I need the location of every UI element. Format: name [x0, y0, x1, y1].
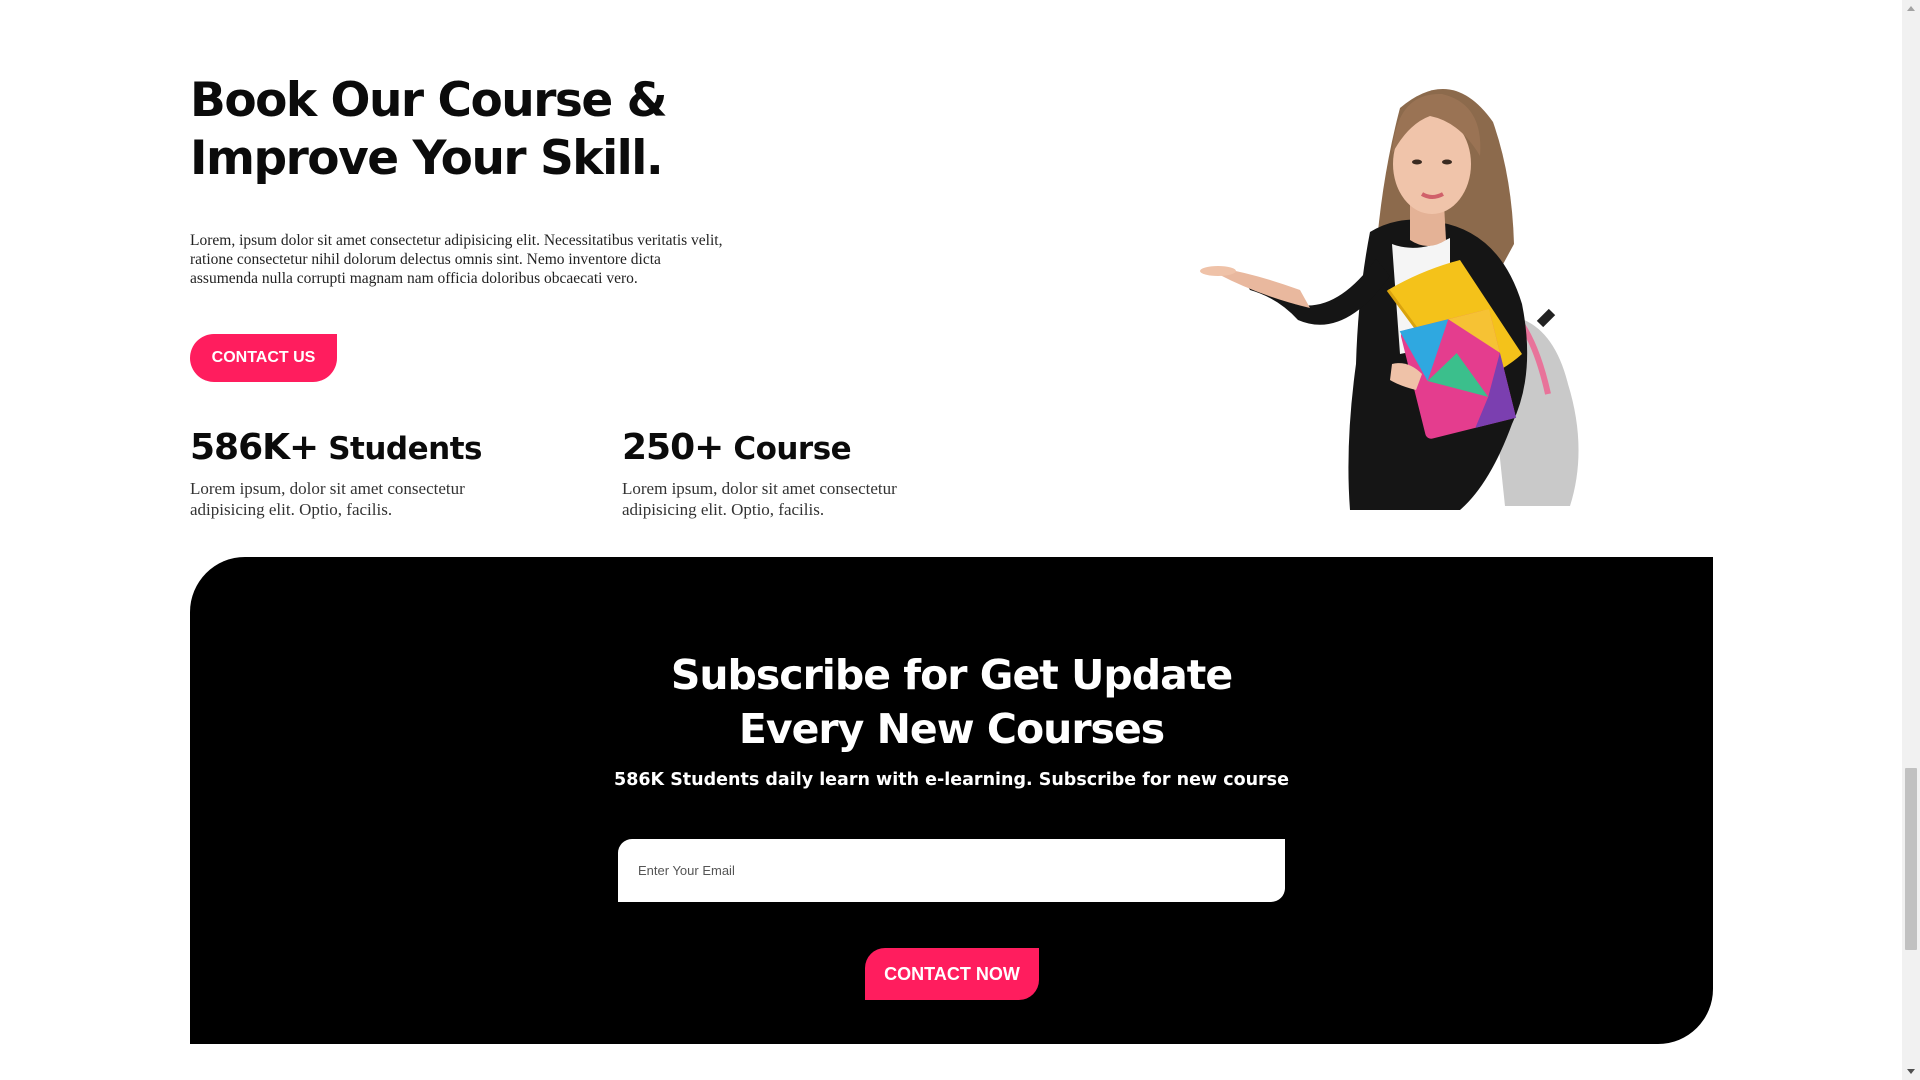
scroll-up-arrow-icon[interactable] [1907, 6, 1915, 11]
stat-heading: 250+ Course [622, 426, 962, 476]
subscribe-section: Subscribe for Get Update Every New Cours… [190, 557, 1713, 1044]
vertical-scrollbar[interactable] [1902, 0, 1920, 1080]
stat-courses: 250+ Course Lorem ipsum, dolor sit amet c… [622, 426, 962, 520]
contact-us-button[interactable]: CONTACT US [190, 334, 337, 382]
stat-label: Students [328, 431, 482, 467]
stat-description: Lorem ipsum, dolor sit amet consectetur … [622, 479, 897, 519]
stat-number: 586K+ [190, 427, 319, 468]
hand [1200, 266, 1236, 276]
subscribe-title-line-2: Every New Courses [738, 705, 1165, 753]
subscribe-description: 586K Students daily learn with e-learnin… [614, 770, 1289, 790]
hero-title-line-2: Improve Your Skill. [190, 131, 664, 186]
stat-description: Lorem ipsum, dolor sit amet consectetur … [190, 479, 465, 519]
email-input[interactable] [618, 839, 1285, 902]
subscribe-title-line-1: Subscribe for Get Update [670, 651, 1233, 699]
eye-left [1412, 159, 1422, 165]
scrollbar-thumb[interactable] [1905, 768, 1917, 950]
hero-description: Lorem, ipsum dolor sit amet consectetur … [190, 232, 723, 287]
hero-title-line-1: Book Our Course & [190, 73, 668, 128]
stat-heading: 586K+ Students [190, 426, 530, 476]
page: Book Our Course & Improve Your Skill. Lo… [0, 0, 1902, 1080]
stat-label: Course [733, 431, 852, 467]
stat-number: 250+ [622, 427, 724, 468]
stat-students: 586K+ Students Lorem ipsum, dolor sit ame… [190, 426, 530, 520]
student-with-books-illustration [1200, 89, 1579, 510]
contact-now-button[interactable]: CONTACT NOW [865, 948, 1039, 1000]
scroll-down-arrow-icon[interactable] [1907, 1069, 1915, 1074]
backpack-strap-dark [1536, 308, 1556, 328]
hero-title: Book Our Course & Improve Your Skill. [190, 72, 750, 188]
eye-right [1442, 159, 1452, 165]
subscribe-title: Subscribe for Get Update Every New Cours… [190, 648, 1713, 756]
